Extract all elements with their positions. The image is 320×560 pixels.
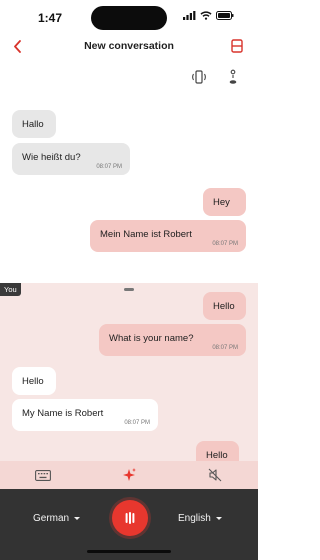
sub-toolbar: [190, 68, 242, 86]
mute-button[interactable]: [172, 461, 258, 489]
battery-icon: [216, 11, 234, 20]
message-bubble: Hello: [203, 292, 246, 320]
home-indicator: [87, 550, 171, 553]
message-bubble: Hello: [12, 367, 56, 395]
page-title: New conversation: [84, 40, 174, 52]
you-label: You: [0, 283, 21, 296]
message-bubble: My Name is Robert 08:07 PM: [12, 399, 158, 431]
person-mode-button[interactable]: [224, 68, 242, 86]
person-stand-icon: [229, 69, 237, 84]
caret-down-icon: [215, 517, 222, 520]
you-panel: You Hello What is your name? 08:07 PM He…: [0, 283, 258, 461]
keyboard-icon: [35, 469, 51, 481]
keyboard-button[interactable]: [0, 461, 86, 489]
message-bubble: What is your name? 08:07 PM: [99, 324, 246, 356]
phone-rotate-icon: [192, 70, 206, 84]
conversation-translated: Hallo Wie heißt du? 08:07 PM Hey Mein Na…: [0, 100, 258, 285]
tools-bar: [0, 461, 258, 489]
sparkle-icon: [123, 468, 136, 481]
message-text: Mein Name ist Robert: [100, 229, 192, 240]
message-time: 08:07 PM: [96, 163, 122, 170]
speaker-muted-icon: [208, 468, 222, 482]
message-time: 08:07 PM: [212, 240, 238, 247]
message-text: My Name is Robert: [22, 408, 104, 419]
message-bubble: Hey: [203, 188, 246, 216]
message-text: Hello: [206, 450, 228, 461]
waveform-icon: [125, 512, 135, 524]
caret-down-icon: [74, 517, 81, 520]
message-time: 08:07 PM: [124, 419, 150, 426]
status-time: 1:47: [38, 11, 63, 25]
microphone-button[interactable]: [112, 500, 148, 536]
split-view-button[interactable]: [228, 37, 246, 55]
source-language-selector[interactable]: German: [33, 513, 81, 524]
message-text: Hey: [213, 197, 230, 208]
signal-icon: [183, 11, 196, 20]
source-language-label: German: [33, 513, 70, 524]
message-bubble: Hello: [196, 441, 239, 461]
message-text: Wie heißt du?: [22, 152, 81, 163]
rotate-phone-button[interactable]: [190, 68, 208, 86]
split-view-icon: [231, 39, 243, 53]
message-text: What is your name?: [109, 333, 194, 344]
target-language-label: English: [178, 513, 211, 524]
dynamic-island: [91, 6, 167, 30]
ai-sparkle-button[interactable]: [86, 461, 172, 489]
status-icons: [183, 11, 234, 20]
status-bar: 1:47: [0, 0, 258, 36]
message-bubble: Hallo: [12, 110, 56, 138]
message-text: Hello: [22, 376, 44, 387]
message-bubble: Mein Name ist Robert 08:07 PM: [90, 220, 246, 252]
header: New conversation: [0, 36, 258, 58]
message-text: Hello: [213, 301, 235, 312]
message-bubble: Wie heißt du? 08:07 PM: [12, 143, 130, 175]
wifi-icon: [200, 11, 212, 20]
drag-handle[interactable]: [124, 288, 134, 291]
language-bar: German English: [0, 489, 258, 560]
target-language-selector[interactable]: English: [178, 513, 222, 524]
message-time: 08:07 PM: [212, 344, 238, 351]
message-text: Hallo: [22, 119, 44, 130]
